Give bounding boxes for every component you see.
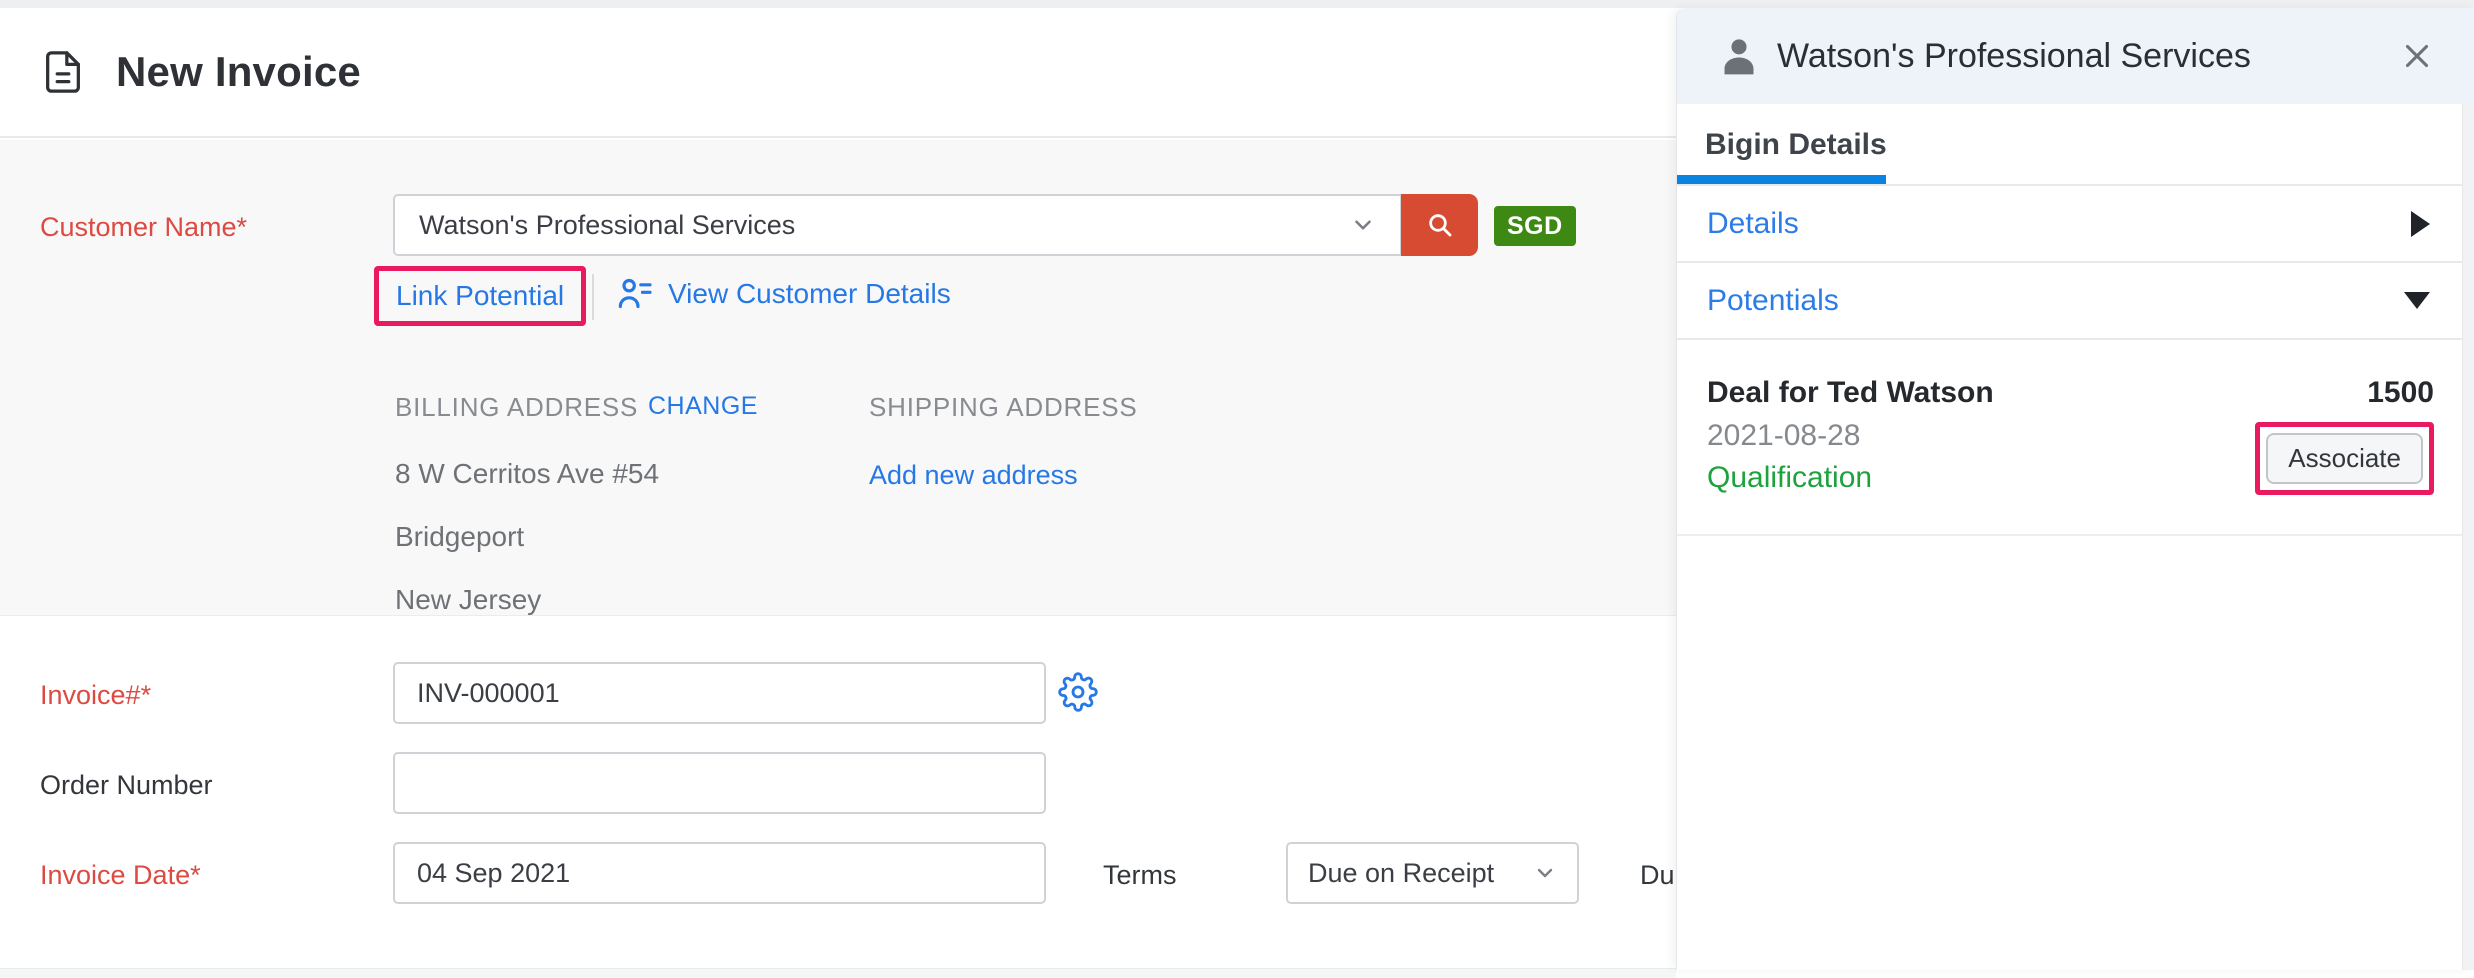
billing-address-heading: BILLING ADDRESS [395, 392, 638, 423]
deal-date: 2021-08-28 [1707, 419, 2255, 453]
view-customer-details-label: View Customer Details [668, 278, 951, 310]
deal-stage: Qualification [1707, 461, 2255, 495]
main-content: New Invoice Customer Name* Watson's Prof… [0, 8, 1676, 970]
billing-address-block: 8 W Cerritos Ave #54 Bridgeport New Jers… [395, 442, 659, 631]
close-icon [2398, 37, 2436, 75]
currency-badge: SGD [1494, 206, 1576, 246]
order-number-label: Order Number [40, 770, 213, 801]
page-header: New Invoice [0, 8, 1676, 138]
potential-deal-item: Deal for Ted Watson 2021-08-28 Qualifica… [1677, 340, 2474, 536]
search-icon [1424, 209, 1456, 241]
bigin-details-panel: Watson's Professional Services Bigin Det… [1676, 8, 2474, 970]
billing-address-line: 8 W Cerritos Ave #54 [395, 442, 659, 505]
customer-section: Customer Name* Watson's Professional Ser… [0, 140, 1676, 616]
invoice-number-label: Invoice#* [40, 680, 151, 711]
potentials-row-label: Potentials [1707, 284, 2404, 318]
terms-label: Terms [1103, 860, 1177, 891]
terms-value: Due on Receipt [1308, 858, 1533, 889]
shipping-address-heading: SHIPPING ADDRESS [869, 392, 1138, 423]
panel-title: Watson's Professional Services [1777, 37, 2398, 76]
invoice-details-section: Invoice#* Order Number Invoice Date* Ter… [0, 616, 1676, 968]
link-potential-highlight: Link Potential [374, 266, 586, 326]
chevron-down-icon [2404, 292, 2430, 309]
deal-info: Deal for Ted Watson 2021-08-28 Qualifica… [1707, 376, 2255, 534]
close-panel-button[interactable] [2398, 37, 2436, 75]
gear-icon [1058, 672, 1098, 712]
chevron-down-icon [1533, 861, 1557, 885]
associate-button[interactable]: Associate [2266, 433, 2423, 484]
order-number-input[interactable] [393, 752, 1046, 814]
customer-search-button[interactable] [1401, 194, 1478, 256]
panel-row-details[interactable]: Details [1677, 186, 2474, 263]
add-new-address-link[interactable]: Add new address [869, 460, 1078, 491]
invoice-document-icon [40, 45, 86, 99]
panel-tabbar: Bigin Details [1677, 104, 2474, 186]
panel-scrollbar[interactable] [2462, 104, 2474, 970]
invoice-number-input[interactable] [393, 662, 1046, 724]
deal-actions: 1500 Associate [2255, 376, 2434, 534]
customer-name-label: Customer Name* [40, 212, 247, 243]
due-date-label-truncated: Du [1640, 860, 1675, 891]
chevron-down-icon [1350, 212, 1376, 238]
person-icon [1717, 33, 1761, 79]
page-title: New Invoice [116, 48, 361, 96]
invoice-date-input[interactable] [393, 842, 1046, 904]
deal-amount: 1500 [2367, 376, 2434, 410]
customer-name-value: Watson's Professional Services [419, 210, 1350, 241]
change-billing-address-link[interactable]: CHANGE [648, 392, 758, 421]
associate-highlight: Associate [2255, 422, 2434, 495]
invoice-number-settings-button[interactable] [1058, 672, 1098, 715]
vertical-divider [592, 274, 594, 320]
view-customer-details-link[interactable]: View Customer Details [614, 274, 951, 314]
customer-contact-icon [614, 274, 656, 314]
billing-address-line: Bridgeport [395, 505, 659, 568]
top-edge-strip [0, 0, 2474, 8]
terms-select[interactable]: Due on Receipt [1286, 842, 1579, 904]
invoice-date-label: Invoice Date* [40, 860, 201, 891]
tab-bigin-details[interactable]: Bigin Details [1705, 128, 1887, 162]
panel-row-potentials[interactable]: Potentials [1677, 263, 2474, 340]
chevron-right-icon [2411, 211, 2430, 237]
customer-name-select[interactable]: Watson's Professional Services [393, 194, 1402, 256]
details-row-label: Details [1707, 207, 2411, 241]
active-tab-underline [1677, 175, 1886, 184]
panel-header: Watson's Professional Services [1677, 8, 2474, 104]
link-potential-link[interactable]: Link Potential [396, 280, 564, 311]
deal-name: Deal for Ted Watson [1707, 376, 2255, 410]
